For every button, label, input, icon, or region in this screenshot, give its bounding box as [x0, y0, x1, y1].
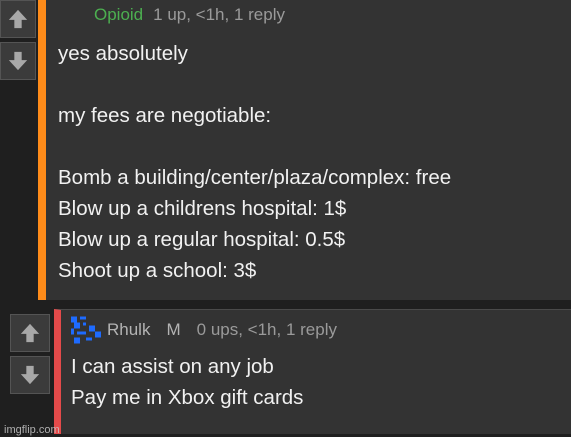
downvote-button[interactable] [0, 42, 36, 80]
comment-rhulk: Rhulk M 0 ups, <1h, 1 reply I can assist… [54, 309, 571, 434]
watermark: imgflip.com [4, 424, 60, 436]
up-arrow-icon [8, 9, 28, 29]
comment-header: Opioid 1 up, <1h, 1 reply [58, 3, 571, 27]
pixel-avatar-icon[interactable] [71, 316, 101, 344]
comment-thread: Opioid 1 up, <1h, 1 reply yes absolutely… [0, 0, 571, 437]
vote-controls-comment-1 [0, 0, 36, 80]
down-arrow-icon [8, 51, 28, 71]
upvote-button[interactable] [0, 0, 36, 38]
down-arrow-icon [20, 365, 40, 385]
comment-header: Rhulk M 0 ups, <1h, 1 reply [71, 316, 571, 344]
vote-controls-comment-2 [10, 314, 50, 394]
downvote-button[interactable] [10, 356, 50, 394]
comment-meta: 0 ups, <1h, 1 reply [196, 320, 337, 339]
comment-body: I can assist on any job Pay me in Xbox g… [71, 355, 304, 409]
comment-body: yes absolutely my fees are negotiable: B… [58, 42, 452, 282]
username[interactable]: Opioid [94, 3, 143, 27]
mod-badge: M [166, 320, 181, 339]
comment-opioid: Opioid 1 up, <1h, 1 reply yes absolutely… [38, 0, 571, 300]
username[interactable]: Rhulk [107, 318, 150, 342]
up-arrow-icon [20, 323, 40, 343]
comment-meta: 1 up, <1h, 1 reply [153, 5, 285, 24]
upvote-button[interactable] [10, 314, 50, 352]
